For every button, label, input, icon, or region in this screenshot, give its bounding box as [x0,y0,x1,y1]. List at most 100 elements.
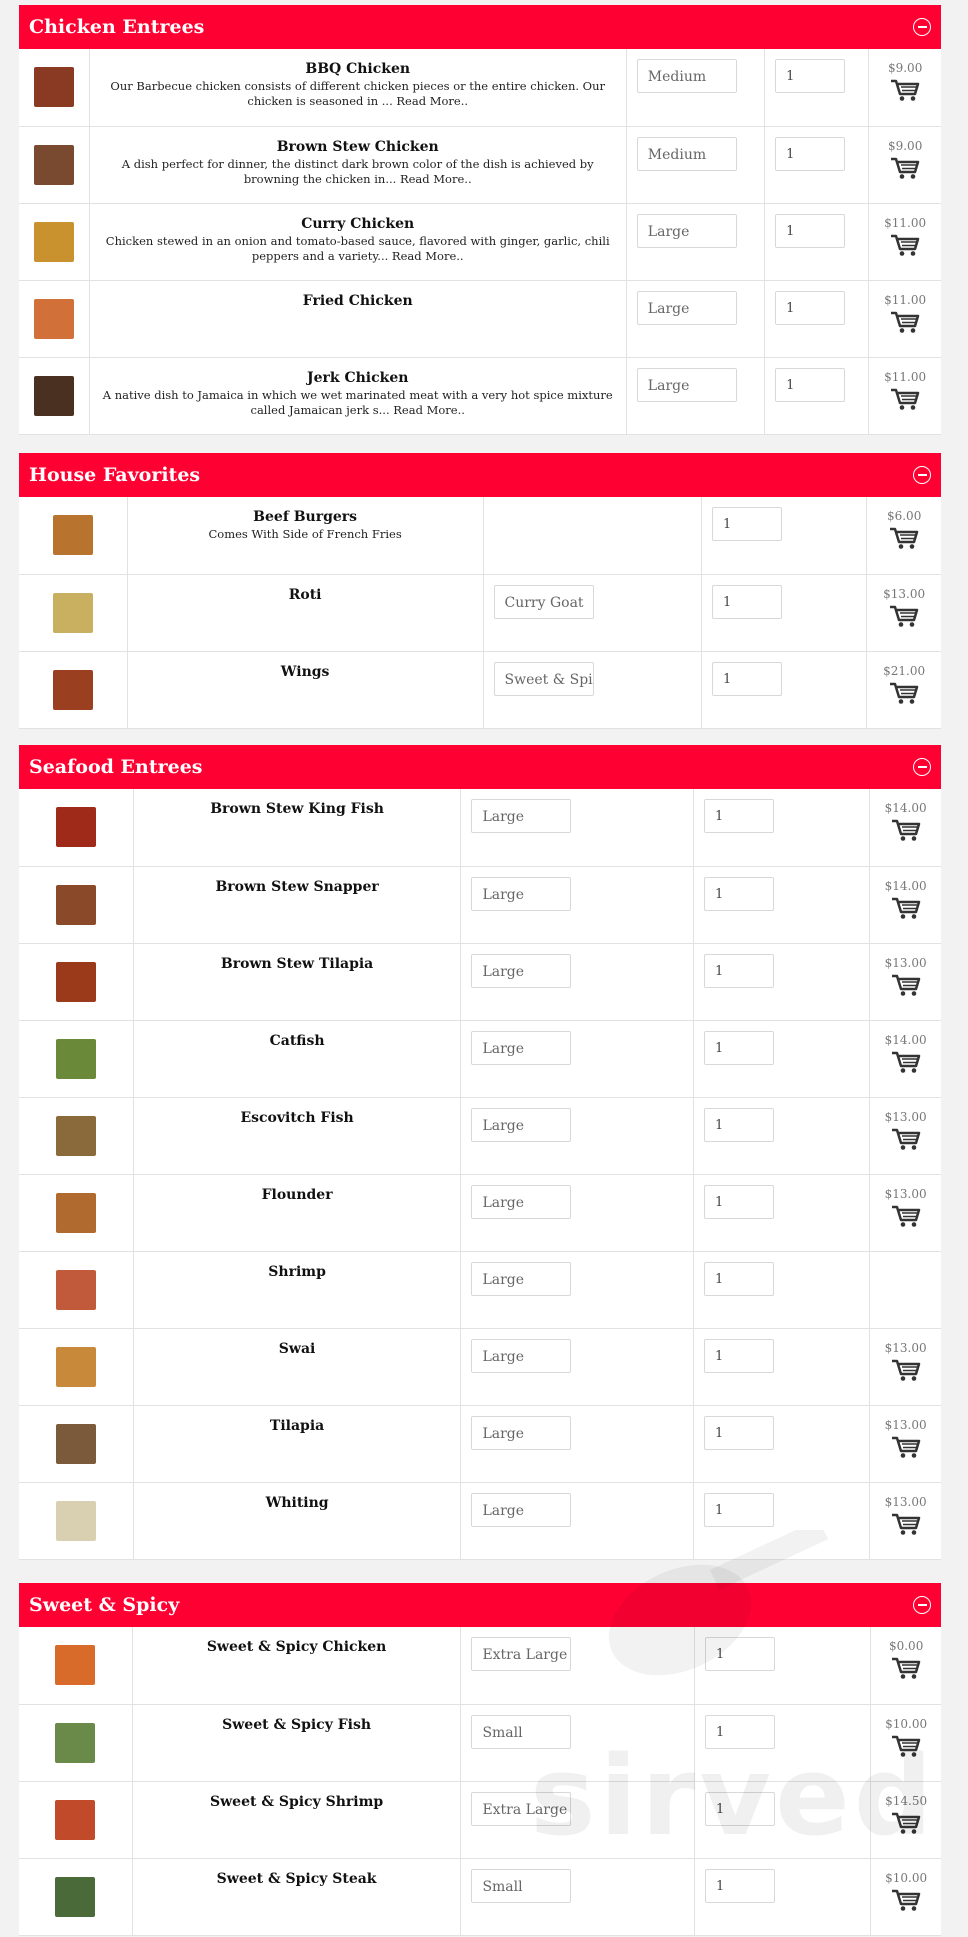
quantity-input[interactable]: 1 [711,661,782,696]
cart-icon[interactable] [889,604,919,628]
collapse-icon[interactable] [913,466,931,484]
food-thumbnail[interactable] [55,1192,96,1233]
item-name[interactable]: Brown Stew Snapper [134,879,461,895]
cart-icon[interactable] [891,1127,921,1151]
item-name[interactable]: Jerk Chicken [90,370,626,386]
food-thumbnail[interactable] [55,1423,96,1464]
item-name[interactable]: Fried Chicken [90,293,626,309]
food-thumbnail[interactable] [33,67,74,108]
item-name[interactable]: Wings [128,664,483,680]
collapse-icon[interactable] [913,18,931,36]
section-header[interactable]: Chicken Entrees [19,5,941,49]
size-select[interactable]: Sweet & Spic [493,661,594,696]
item-name[interactable]: Brown Stew Chicken [90,139,626,155]
item-name[interactable]: Beef Burgers [128,509,483,525]
size-select[interactable]: Large [471,799,572,833]
food-thumbnail[interactable] [33,375,74,416]
size-select[interactable]: Large [471,876,572,911]
item-name[interactable]: Curry Chicken [90,216,626,232]
food-thumbnail[interactable] [52,669,93,710]
quantity-input[interactable]: 1 [703,1107,774,1142]
cart-icon[interactable] [891,1888,921,1912]
size-select[interactable]: Curry Goat [493,584,594,619]
quantity-input[interactable]: 1 [703,1415,774,1450]
size-select[interactable]: Extra Large [471,1791,572,1826]
item-name[interactable]: Flounder [134,1187,461,1203]
food-thumbnail[interactable] [55,1799,96,1840]
quantity-input[interactable]: 1 [703,799,774,833]
size-select[interactable]: Large [471,1492,572,1527]
food-thumbnail[interactable] [33,144,74,185]
size-select[interactable]: Large [636,213,737,248]
quantity-input[interactable]: 1 [704,1868,775,1903]
food-thumbnail[interactable] [33,298,74,339]
cart-icon[interactable] [890,156,920,180]
section-header[interactable]: Sweet & Spicy [19,1583,941,1627]
collapse-icon[interactable] [913,758,931,776]
item-name[interactable]: Sweet & Spicy Fish [133,1717,461,1733]
item-name[interactable]: Sweet & Spicy Steak [133,1871,461,1887]
size-select[interactable]: Large [471,1261,572,1296]
item-name[interactable]: Brown Stew King Fish [134,801,461,817]
cart-icon[interactable] [891,896,921,920]
food-thumbnail[interactable] [52,515,93,556]
cart-icon[interactable] [890,78,920,102]
quantity-input[interactable]: 1 [703,1338,774,1373]
quantity-input[interactable]: 1 [703,1261,774,1296]
size-select[interactable]: Medium [636,59,737,93]
quantity-input[interactable]: 1 [703,1492,774,1527]
food-thumbnail[interactable] [33,221,74,262]
item-name[interactable]: Tilapia [134,1418,461,1434]
food-thumbnail[interactable] [52,592,93,633]
food-thumbnail[interactable] [55,1269,96,1310]
cart-icon[interactable] [889,526,919,550]
item-name[interactable]: Catfish [134,1033,461,1049]
quantity-input[interactable]: 1 [704,1637,775,1671]
cart-icon[interactable] [891,1512,921,1536]
size-select[interactable]: Large [471,1030,572,1065]
section-header[interactable]: House Favorites [19,453,941,497]
size-select[interactable]: Large [636,290,737,325]
food-thumbnail[interactable] [55,1038,96,1079]
size-select[interactable]: Large [471,1107,572,1142]
size-select[interactable]: Small [471,1714,572,1749]
quantity-input[interactable]: 1 [775,290,846,325]
cart-icon[interactable] [891,1811,921,1835]
cart-icon[interactable] [891,1050,921,1074]
item-name[interactable]: Roti [128,587,483,603]
food-thumbnail[interactable] [55,1500,96,1541]
food-thumbnail[interactable] [55,807,96,848]
size-select[interactable]: Extra Large [471,1637,572,1671]
item-name[interactable]: Whiting [134,1495,461,1511]
cart-icon[interactable] [891,1435,921,1459]
quantity-input[interactable]: 1 [703,953,774,988]
cart-icon[interactable] [891,1358,921,1382]
item-name[interactable]: Escovitch Fish [134,1110,461,1126]
cart-icon[interactable] [891,973,921,997]
food-thumbnail[interactable] [55,884,96,925]
section-header[interactable]: Seafood Entrees [19,745,941,789]
food-thumbnail[interactable] [55,1115,96,1156]
cart-icon[interactable] [890,387,920,411]
quantity-input[interactable]: 1 [775,136,846,171]
quantity-input[interactable]: 1 [711,584,782,619]
cart-icon[interactable] [891,1734,921,1758]
food-thumbnail[interactable] [55,961,96,1002]
cart-icon[interactable] [891,1204,921,1228]
size-select[interactable]: Medium [636,136,737,171]
size-select[interactable]: Large [636,367,737,402]
cart-icon[interactable] [891,818,921,842]
food-thumbnail[interactable] [55,1346,96,1387]
item-name[interactable]: BBQ Chicken [90,61,626,77]
quantity-input[interactable]: 1 [775,213,846,248]
item-name[interactable]: Swai [134,1341,461,1357]
quantity-input[interactable]: 1 [704,1714,775,1749]
size-select[interactable]: Large [471,1184,572,1219]
cart-icon[interactable] [891,1656,921,1680]
quantity-input[interactable]: 1 [775,367,846,402]
food-thumbnail[interactable] [55,1645,96,1686]
item-name[interactable]: Shrimp [134,1264,461,1280]
cart-icon[interactable] [890,310,920,334]
item-name[interactable]: Sweet & Spicy Chicken [133,1639,461,1655]
cart-icon[interactable] [889,681,919,705]
